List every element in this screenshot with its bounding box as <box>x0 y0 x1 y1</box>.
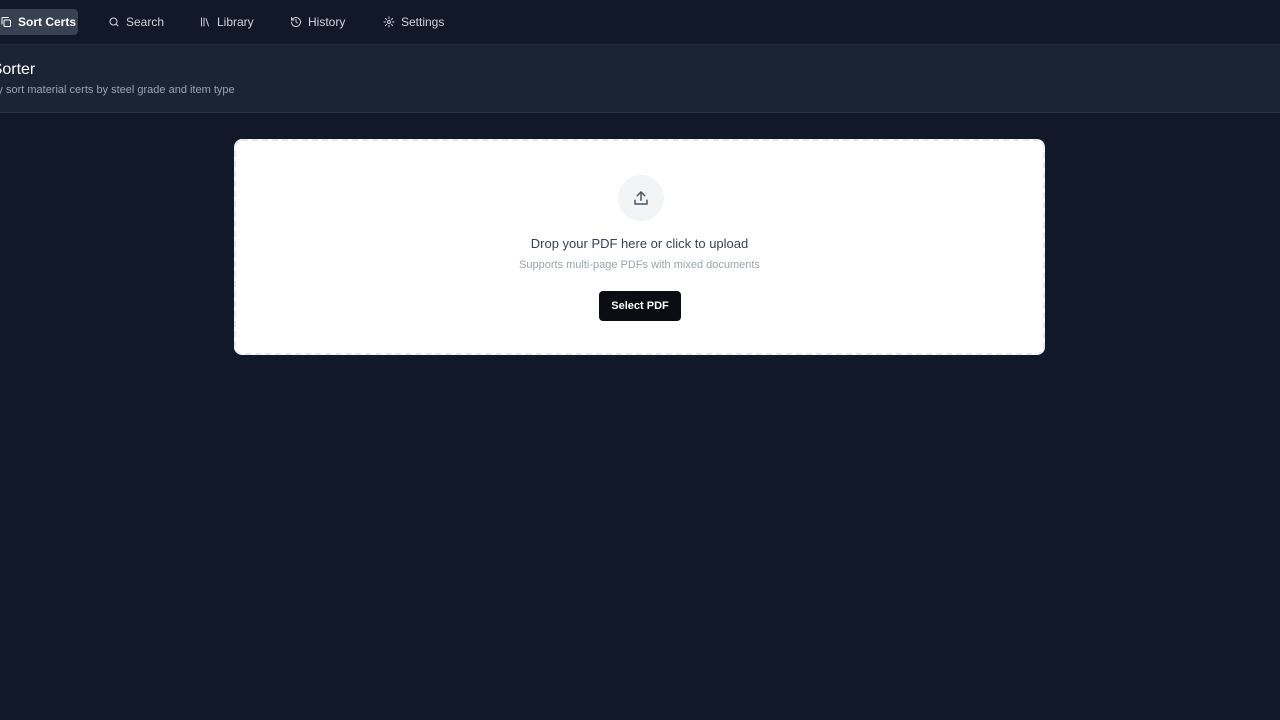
nav-tab-label: Sort Certs <box>18 15 77 29</box>
library-icon <box>201 17 209 27</box>
upload-icon-container <box>618 175 664 221</box>
nav-tab-history[interactable]: History <box>290 9 345 35</box>
nav-tab-settings[interactable]: Settings <box>383 9 444 35</box>
history-icon <box>291 17 301 27</box>
dropzone-subtitle: Supports multi-page PDFs with mixed docu… <box>519 259 760 271</box>
nav-tab-sort-certs[interactable]: Sort Certs <box>0 9 78 35</box>
nav-tab-label: Search <box>126 15 165 29</box>
dropzone-title: Drop your PDF here or click to upload <box>530 236 749 251</box>
page-header: ficate Sorter omatically sort material c… <box>0 45 1280 113</box>
nav-tab-label: Settings <box>401 15 445 29</box>
top-navigation: Sort Certs Search Library History Settin… <box>0 0 1280 45</box>
gear-icon <box>383 16 395 28</box>
page-subtitle: omatically sort material certs by steel … <box>0 84 235 96</box>
pdf-dropzone[interactable]: Drop your PDF here or click to upload Su… <box>234 139 1045 355</box>
upload-icon <box>634 191 648 205</box>
search-icon <box>109 17 119 27</box>
nav-tab-search[interactable]: Search <box>108 9 164 35</box>
select-pdf-button[interactable]: Select PDF <box>599 291 681 321</box>
nav-tab-label: History <box>308 15 346 29</box>
nav-tab-library[interactable]: Library <box>199 9 254 35</box>
copy-icon <box>1 17 11 27</box>
page-title: ficate Sorter <box>0 61 36 78</box>
nav-tab-label: Library <box>217 15 254 29</box>
